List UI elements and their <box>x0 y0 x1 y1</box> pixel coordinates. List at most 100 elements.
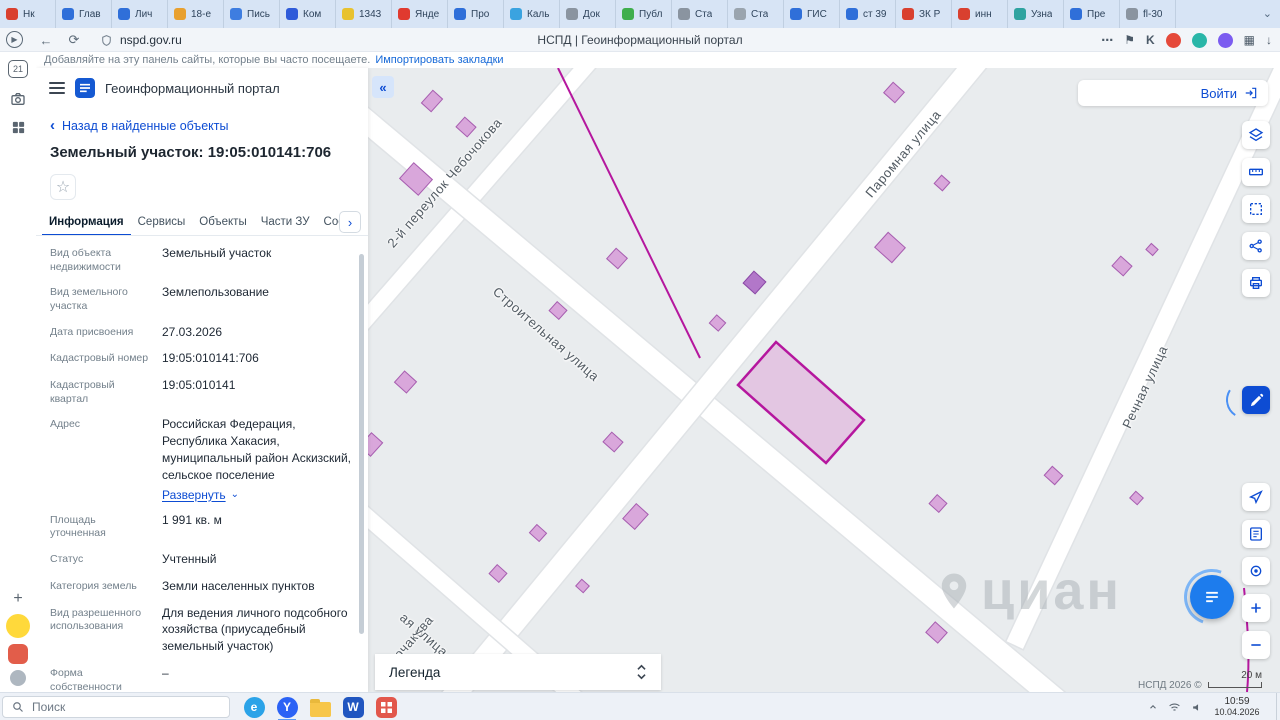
back-icon[interactable]: ← <box>36 30 56 50</box>
legend-panel-button[interactable] <box>1242 520 1270 548</box>
browser-tab[interactable]: Про <box>448 0 504 28</box>
taskbar-search[interactable]: Поиск <box>2 696 230 718</box>
info-value: – <box>162 665 360 692</box>
tab-title: Ста <box>751 8 769 20</box>
tabs-scroll-right-button[interactable]: › <box>339 211 361 233</box>
browser-tab[interactable]: 18-е <box>168 0 224 28</box>
info-row: Площадь уточненная 1 991 кв. м <box>50 507 360 546</box>
panel-tab[interactable]: Сервисы <box>131 208 193 236</box>
browser-tab[interactable]: Янде <box>392 0 448 28</box>
locate-button[interactable] <box>1242 557 1270 585</box>
menu-icon[interactable] <box>49 82 65 94</box>
taskbar-clock[interactable]: 10:59 10.04.2026 <box>1206 696 1268 718</box>
browser-tab[interactable]: Ком <box>280 0 336 28</box>
show-desktop-button[interactable] <box>1276 693 1280 720</box>
import-bookmarks-link[interactable]: Импортировать закладки <box>375 54 503 66</box>
app-glyph: W <box>342 696 364 718</box>
measure-button[interactable] <box>1242 195 1270 223</box>
more-icon[interactable]: ⋯ <box>1101 33 1113 47</box>
zoom-out-button[interactable] <box>1242 631 1270 659</box>
layers-button[interactable] <box>1242 121 1270 149</box>
info-label: Категория земель <box>50 579 137 592</box>
browser-tab[interactable]: ст 39 <box>840 0 896 28</box>
taskbar-yandex-browser-icon[interactable]: Y <box>275 695 299 720</box>
alice-assistant-icon[interactable] <box>6 614 30 638</box>
site-security-icon[interactable] <box>100 34 113 47</box>
browser-tab[interactable]: Нк <box>0 0 56 28</box>
download-icon[interactable]: ↓ <box>1266 33 1272 47</box>
profile-avatar-red[interactable] <box>1165 32 1181 48</box>
browser-tab[interactable]: Каль <box>504 0 560 28</box>
zoom-in-button[interactable] <box>1242 594 1270 622</box>
taskbar-grid-app-icon[interactable] <box>374 695 398 719</box>
panel-tab[interactable]: Состав <box>317 208 340 236</box>
browser-tab[interactable]: fl-30 <box>1120 0 1176 28</box>
back-link[interactable]: ‹ Назад в найденные объекты <box>50 118 228 133</box>
info-row: Вид земельного участка Землепользование <box>50 279 360 318</box>
info-value: Учтенный <box>162 551 360 568</box>
sound-icon[interactable] <box>1191 701 1204 714</box>
ruler-button[interactable] <box>1242 158 1270 186</box>
collapse-panel-button[interactable]: « <box>372 76 394 98</box>
profile-avatar-teal[interactable] <box>1191 32 1207 48</box>
chat-button[interactable] <box>1190 575 1234 619</box>
tab-counter-badge[interactable]: 21 <box>8 60 28 78</box>
info-label: Дата присвоения <box>50 325 134 338</box>
print-button[interactable] <box>1242 269 1270 297</box>
extension-icon[interactable] <box>10 670 26 686</box>
tray-chevron-icon[interactable] <box>1148 702 1158 712</box>
panel-scrollbar[interactable] <box>359 254 364 634</box>
login-button[interactable]: Войти <box>1078 80 1268 106</box>
panel-tab[interactable]: Части ЗУ <box>254 208 317 236</box>
login-label: Войти <box>1200 85 1237 101</box>
panels-icon[interactable]: ▦ <box>1244 33 1255 47</box>
ruler-icon <box>1248 164 1264 180</box>
tab-list-chevron-icon[interactable]: ⌄ <box>1263 7 1272 20</box>
browser-tab[interactable]: 1343 <box>336 0 392 28</box>
navigate-button[interactable] <box>1242 483 1270 511</box>
browser-tab[interactable]: Глав <box>56 0 112 28</box>
browser-tab[interactable]: Лич <box>112 0 168 28</box>
taskbar-edge-app-icon[interactable]: e <box>242 695 266 719</box>
favorite-star-icon[interactable]: ☆ <box>50 174 76 200</box>
chevron-down-icon: ⌄ <box>230 489 239 501</box>
legend-dropdown[interactable]: Легенда <box>375 654 661 690</box>
wifi-icon[interactable] <box>1168 701 1181 714</box>
kaspersky-icon[interactable]: K <box>1146 33 1155 47</box>
browser-tab[interactable]: Узна <box>1008 0 1064 28</box>
taskbar-folder-icon[interactable] <box>308 695 332 719</box>
info-value: Для ведения личного подсобного хозяйства… <box>162 605 360 655</box>
tab-favicon <box>118 8 130 20</box>
browser-tab[interactable]: Ста <box>728 0 784 28</box>
screenshot-icon[interactable] <box>7 88 29 110</box>
media-play-icon[interactable]: ▶ <box>6 31 23 48</box>
browser-tab[interactable]: Док <box>560 0 616 28</box>
tab-favicon <box>622 8 634 20</box>
reload-icon[interactable]: ⟳ <box>64 30 84 50</box>
bookmarks-bar: Добавляйте на эту панель сайты, которые … <box>36 52 1280 68</box>
panel-tab[interactable]: Информация <box>42 208 131 236</box>
browser-tab[interactable]: Пись <box>224 0 280 28</box>
browser-tab[interactable]: инн <box>952 0 1008 28</box>
vpn-extension-icon[interactable] <box>8 644 28 664</box>
expand-link[interactable]: Развернуть ⌄ <box>162 488 360 502</box>
browser-tab[interactable]: ЗК Р <box>896 0 952 28</box>
browser-tab[interactable]: Публ <box>616 0 672 28</box>
measure-icon <box>1248 201 1264 217</box>
info-value: Земельный участок <box>162 245 360 274</box>
panel-tab[interactable]: Объекты <box>192 208 253 236</box>
url-bar[interactable]: nspd.gov.ru <box>100 30 182 50</box>
browser-tab[interactable]: Пре <box>1064 0 1120 28</box>
browser-tab[interactable]: ГИС <box>784 0 840 28</box>
share-button[interactable] <box>1242 232 1270 260</box>
draw-button[interactable] <box>1242 386 1270 414</box>
browser-tab[interactable]: Ста <box>672 0 728 28</box>
plus-subscription-icon[interactable] <box>1217 32 1233 48</box>
apps-grid-icon[interactable] <box>7 116 29 138</box>
tab-favicon <box>510 8 522 20</box>
taskbar-word-app-icon[interactable]: W <box>341 695 365 719</box>
panel-tabs: ИнформацияСервисыОбъектыЧасти ЗУСостав <box>42 208 340 236</box>
map-canvas[interactable]: 2-й переулок Чебочокова Строительная улиц… <box>368 68 1280 692</box>
add-panel-icon[interactable]: + <box>7 588 29 610</box>
bookmarks-flag-icon[interactable]: ⚑ <box>1124 33 1135 47</box>
